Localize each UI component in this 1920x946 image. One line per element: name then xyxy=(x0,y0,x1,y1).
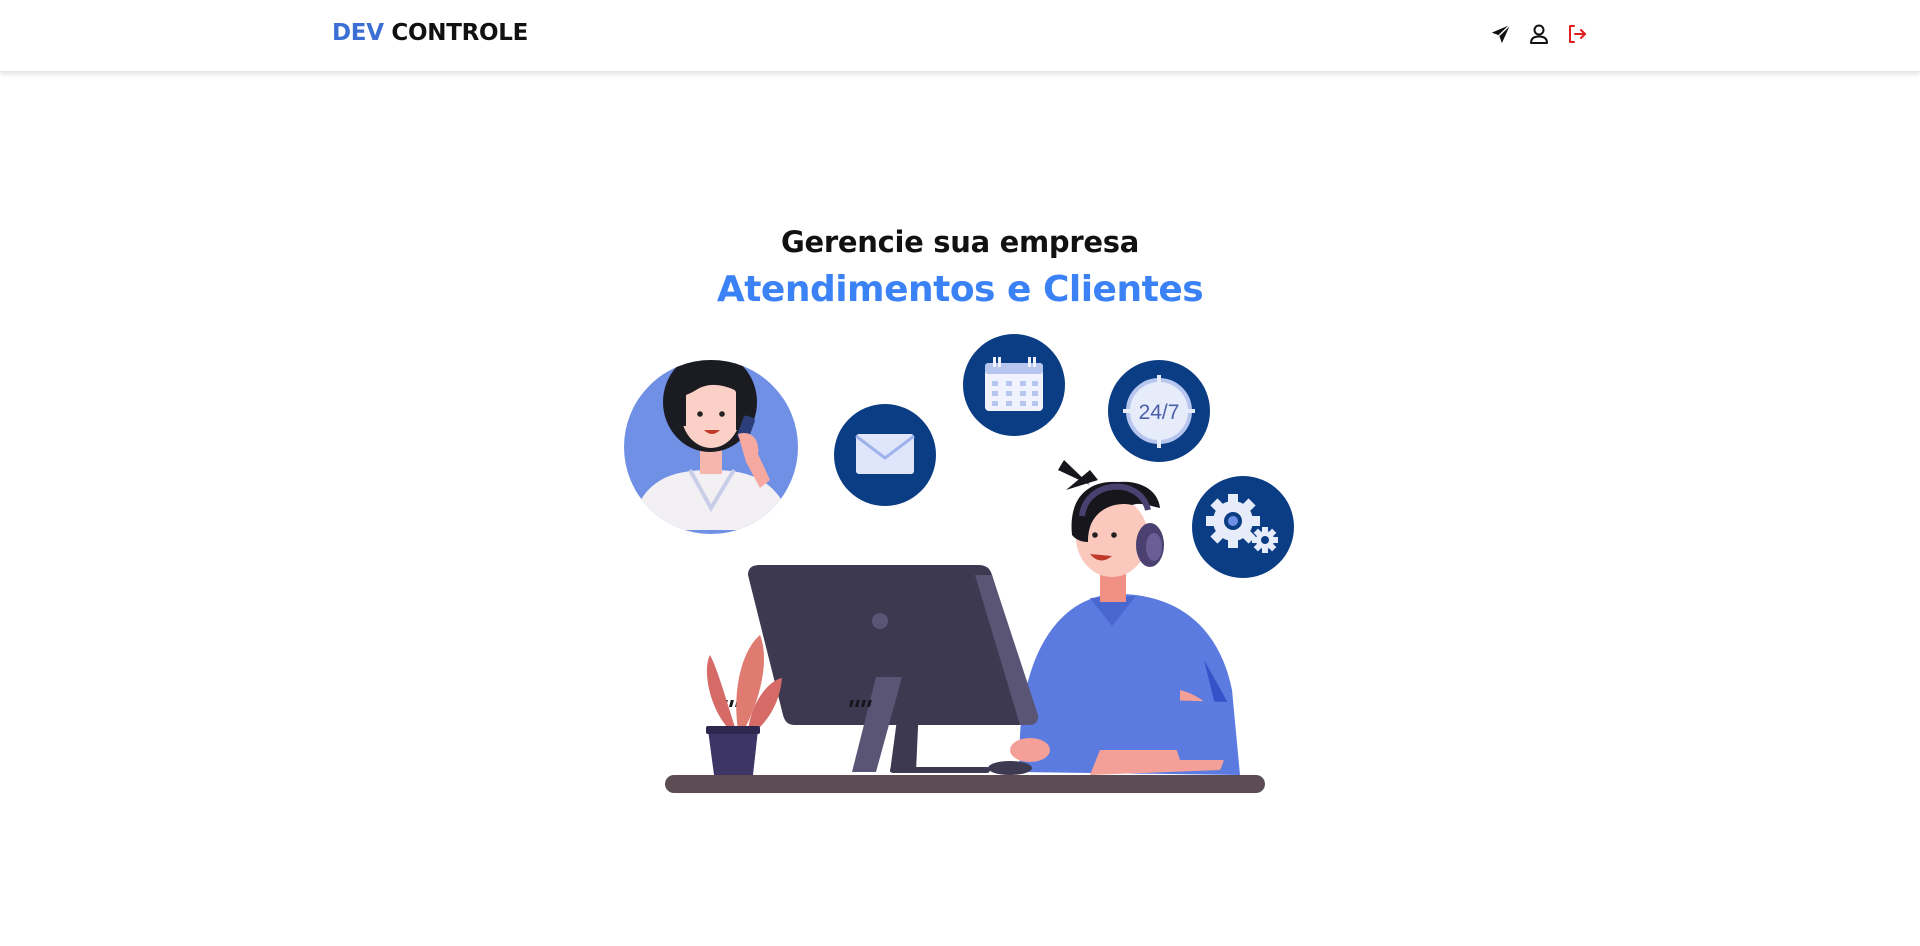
settings-gears-icon xyxy=(1192,476,1294,578)
woman-avatar-illustration xyxy=(624,360,798,534)
clock-24-7-icon: 24/7 xyxy=(1108,360,1210,462)
desk-illustration xyxy=(665,775,1265,793)
header-actions xyxy=(1488,20,1590,48)
desktop-computer-illustration xyxy=(716,565,1039,773)
brand-logo-controle: CONTROLE xyxy=(383,20,529,46)
hero-title: Gerencie sua empresa xyxy=(780,225,1139,259)
hero-section: Gerencie sua empresa Atendimentos e Clie… xyxy=(0,222,1920,314)
hero-subtitle: Atendimentos e Clientes xyxy=(716,269,1204,310)
logout-icon[interactable] xyxy=(1564,21,1590,47)
send-icon[interactable] xyxy=(1488,21,1514,47)
user-icon[interactable] xyxy=(1526,21,1552,47)
brand-logo-dev: DEV xyxy=(332,20,384,46)
email-icon xyxy=(834,404,936,506)
brand-logo-link[interactable]: DEV CONTROLE xyxy=(332,20,528,46)
top-navbar: DEV CONTROLE xyxy=(0,0,1920,72)
calendar-icon xyxy=(963,334,1065,436)
customer-support-illustration: 24/7 xyxy=(620,330,1300,800)
clock-badge-text: 24/7 xyxy=(1139,401,1180,424)
